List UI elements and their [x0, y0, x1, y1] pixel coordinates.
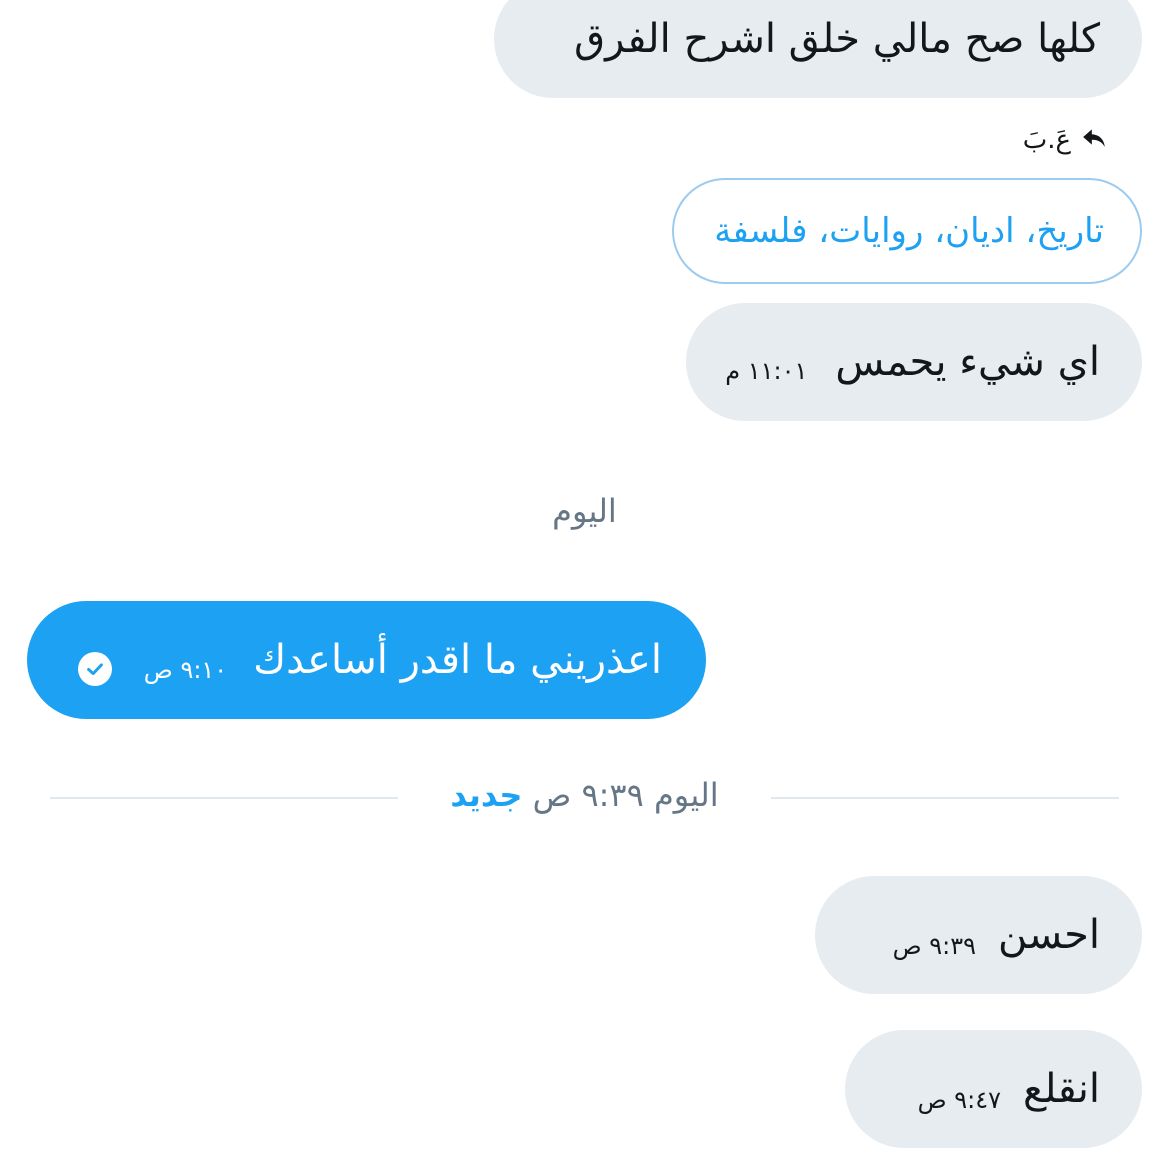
- quoted-message[interactable]: تاريخ، اديان، روايات، فلسفة: [672, 178, 1142, 284]
- message-bubble-outgoing[interactable]: اعذريني ما اقدر أساعدك ٩:١٠ ص: [27, 601, 706, 719]
- message-timestamp: ٩:٤٧ ص: [917, 1086, 1001, 1114]
- message-text: انقلع: [1022, 1066, 1100, 1112]
- message-text: احسن: [998, 912, 1100, 958]
- message-bubble-incoming[interactable]: انقلع ٩:٤٧ ص: [845, 1030, 1142, 1148]
- day-separator: اليوم: [552, 492, 617, 530]
- reply-context: عَ.بَ: [1023, 120, 1107, 160]
- message-bubble-incoming[interactable]: اي شيء يحمس ١١:٠١ م: [686, 303, 1142, 421]
- divider-line: [50, 797, 398, 799]
- message-text: اي شيء يحمس: [835, 339, 1100, 385]
- message-timestamp: ٩:١٠ ص: [143, 656, 228, 684]
- dm-conversation: كلها صح مالي خلق اشرح الفرق عَ.بَ تاريخ،…: [0, 0, 1169, 1169]
- message-text: اعذريني ما اقدر أساعدك: [253, 637, 662, 683]
- reply-arrow-icon: [1081, 124, 1107, 157]
- message-bubble-incoming[interactable]: احسن ٩:٣٩ ص: [815, 876, 1142, 994]
- new-messages-time: اليوم ٩:٣٩ ص: [532, 776, 719, 814]
- reply-name: عَ.بَ: [1022, 125, 1071, 155]
- new-messages-label: جديد: [450, 776, 523, 814]
- quoted-text: تاريخ، اديان، روايات، فلسفة: [714, 211, 1104, 251]
- divider-line: [771, 797, 1119, 799]
- message-timestamp: ١١:٠١ م: [725, 357, 808, 385]
- message-timestamp: ٩:٣٩ ص: [892, 932, 977, 960]
- new-messages-separator: اليوم ٩:٣٩ ص جديد: [398, 776, 771, 820]
- check-circle-icon: [77, 652, 112, 686]
- message-text: كلها صح مالي خلق اشرح الفرق: [574, 16, 1100, 62]
- message-bubble-incoming[interactable]: كلها صح مالي خلق اشرح الفرق: [494, 0, 1142, 98]
